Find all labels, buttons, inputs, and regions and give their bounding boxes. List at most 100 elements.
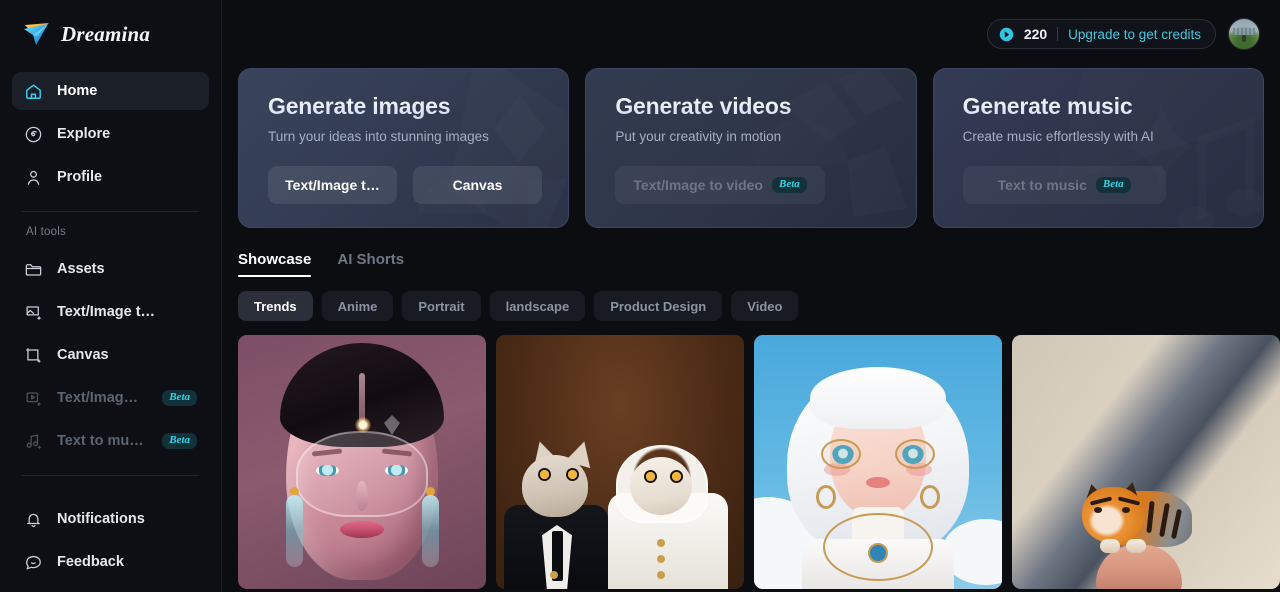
sidebar-item-label: Text/Image t… [57,304,156,320]
avatar[interactable] [1228,18,1260,50]
user-icon [24,168,43,187]
tiger-eye-right [1122,507,1130,513]
tab-label: AI Shorts [337,251,405,268]
groom-eye-right [566,468,579,481]
sidebar-section-label: AI tools [26,226,66,238]
tab-ai-shorts[interactable]: AI Shorts [337,251,404,277]
hero-card-generate-images[interactable]: Generate images Turn your ideas into stu… [238,68,570,228]
gallery-tile[interactable] [754,335,1002,589]
tiger-eye-left [1094,507,1102,513]
topbar: 220 Upgrade to get credits [222,0,1280,68]
brand-name: Dreamina [61,21,151,46]
bride-eye-left [644,470,657,483]
sidebar-item-explore[interactable]: Explore [12,115,209,153]
button-label: Text/Image to video [633,177,763,193]
bride-button-3 [657,571,665,579]
hero-card-title: Generate videos [615,93,887,120]
beta-badge: Beta [162,433,197,449]
bride-eye-right [670,470,683,483]
tiger-head [1082,487,1144,543]
hero-cards-row: Generate images Turn your ideas into stu… [222,68,1280,228]
hero-card-title: Generate images [268,93,540,120]
chip-label: landscape [505,298,570,314]
sidebar-item-assets[interactable]: Assets [12,250,209,288]
sidebar-item-label: Canvas [57,347,109,363]
sidebar-item-label: Profile [57,169,103,185]
brand-logo[interactable]: Dreamina [0,0,221,68]
chip-landscape[interactable]: landscape [489,291,586,321]
sidebar-item-home[interactable]: Home [12,72,209,110]
portrait-eye-left [316,465,339,476]
girl-glasses [821,439,935,469]
sidebar-item-label: Explore [57,126,111,142]
chip-label: Anime [337,298,378,314]
text-image-to-image-button[interactable]: Text/Image t… [268,166,397,204]
hero-card-buttons: Text to music Beta [962,166,1235,204]
gallery-tile[interactable] [496,335,744,589]
sidebar-item-profile[interactable]: Profile [12,158,209,196]
beta-badge: Beta [162,390,197,406]
chip-trends[interactable]: Trends [238,291,313,321]
hero-card-subtitle: Put your creativity in motion [615,129,782,144]
bride-button-1 [657,539,665,547]
bell-icon [24,510,43,529]
glasses-lens-left [821,439,861,469]
content-tabs: Showcase AI Shorts [222,228,1280,277]
chip-product-design[interactable]: Product Design [594,291,723,321]
portrait-lips [340,521,384,538]
image-ai-icon [24,303,43,322]
chip-video[interactable]: Video [731,291,799,321]
button-label: Canvas [452,177,503,193]
sidebar-item-text-image-to-image[interactable]: Text/Image t… [12,293,209,331]
girl-lips [866,477,890,488]
earring-hoop-right [920,485,940,509]
earring-hoop-left [816,485,836,509]
sidebar-item-feedback[interactable]: Feedback [12,543,209,581]
hero-card-generate-videos[interactable]: Generate videos Put your creativity in m… [585,68,917,228]
sidebar: Dreamina Home Explore Profile AI tools A… [0,0,222,592]
credits-pill[interactable]: 220 Upgrade to get credits [986,19,1216,49]
canvas-button[interactable]: Canvas [413,166,542,204]
video-ai-icon [24,389,43,408]
portrait-nose [356,481,368,511]
beta-badge: Beta [772,177,807,193]
hero-card-buttons: Text/Image t… Canvas [268,166,542,204]
sidebar-item-label: Text/Image t… [57,390,144,406]
sidebar-item-label: Assets [57,261,105,277]
sidebar-item-text-image-to-video[interactable]: Text/Image t… Beta [12,379,209,417]
home-icon [24,82,43,101]
main-content: 220 Upgrade to get credits Generate imag… [222,0,1280,592]
sidebar-item-notifications[interactable]: Notifications [12,500,209,538]
text-to-music-button[interactable]: Text to music Beta [962,166,1166,204]
groom-head [522,455,588,517]
girl-pendant [868,543,888,563]
portrait-glow [355,417,371,433]
upgrade-link[interactable]: Upgrade to get credits [1068,27,1201,42]
text-image-to-video-button[interactable]: Text/Image to video Beta [615,166,825,204]
sidebar-footer-nav: Notifications Feedback [0,496,221,586]
app-root: Dreamina Home Explore Profile AI tools A… [0,0,1280,592]
bride-button-2 [657,555,665,563]
chip-portrait[interactable]: Portrait [402,291,481,321]
tab-showcase[interactable]: Showcase [238,251,312,277]
tiger-paw-right [1126,539,1146,553]
gallery-tile[interactable] [238,335,486,589]
comment-icon [24,553,43,572]
chip-anime[interactable]: Anime [321,291,394,321]
dreamina-arrow-logo-icon [24,23,49,45]
hero-card-subtitle: Turn your ideas into stunning images [268,129,489,144]
hero-card-buttons: Text/Image to video Beta [615,166,887,204]
coin-icon [999,27,1014,41]
hero-card-title: Generate music [963,93,1235,120]
sidebar-item-label: Feedback [57,554,124,570]
sidebar-item-label: Home [57,83,98,99]
gallery-tile[interactable] [1012,335,1280,589]
sidebar-item-text-to-music[interactable]: Text to music Beta [12,422,209,460]
sidebar-item-label: Text to music [57,433,145,449]
earring-drop-right [422,495,439,567]
folder-icon [24,260,43,279]
earring-drop-left [286,495,303,567]
sidebar-item-canvas[interactable]: Canvas [12,336,209,374]
hero-card-generate-music[interactable]: Generate music Create music effortlessly… [932,68,1264,228]
